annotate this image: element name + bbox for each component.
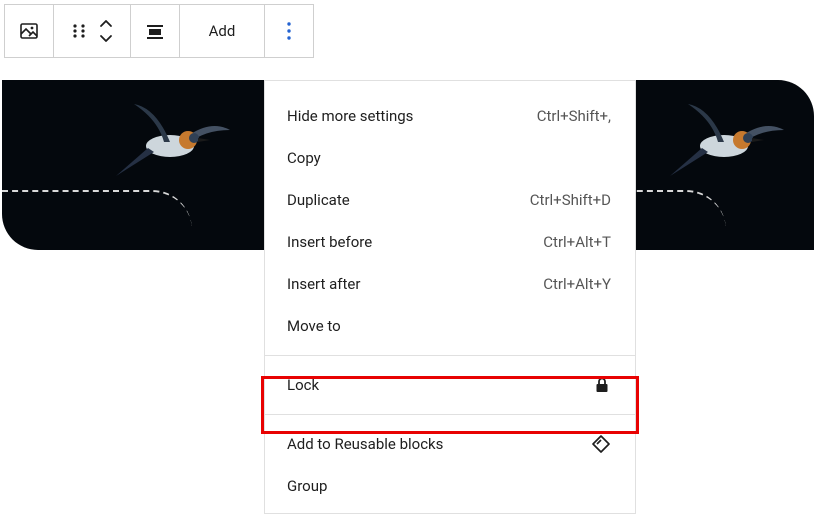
bird-illustration <box>108 98 238 188</box>
alignment-button[interactable] <box>131 5 180 57</box>
menu-item-group[interactable]: Group <box>265 465 635 507</box>
block-type-button[interactable] <box>5 5 54 57</box>
menu-separator <box>265 355 635 356</box>
menu-item-shortcut: Ctrl+Shift+, <box>537 107 611 125</box>
drag-handle-icon[interactable] <box>69 21 89 41</box>
menu-item-label: Hide more settings <box>287 107 413 125</box>
menu-item-duplicate[interactable]: Duplicate Ctrl+Shift+D <box>265 179 635 221</box>
menu-separator <box>265 414 635 415</box>
menu-item-label: Insert before <box>287 233 372 251</box>
bird-illustration <box>662 98 792 188</box>
menu-item-label: Move to <box>287 317 341 335</box>
menu-item-label: Copy <box>287 149 321 167</box>
align-icon <box>143 19 167 43</box>
menu-item-move-to[interactable]: Move to <box>265 305 635 347</box>
menu-item-shortcut: Ctrl+Alt+Y <box>543 275 611 293</box>
reusable-icon <box>591 434 611 454</box>
menu-item-label: Insert after <box>287 275 360 293</box>
menu-item-hide-settings[interactable]: Hide more settings Ctrl+Shift+, <box>265 95 635 137</box>
add-button-label: Add <box>209 22 236 40</box>
more-options-button[interactable] <box>265 5 313 57</box>
menu-item-insert-after[interactable]: Insert after Ctrl+Alt+Y <box>265 263 635 305</box>
more-vertical-icon <box>277 19 301 43</box>
menu-item-copy[interactable]: Copy <box>265 137 635 179</box>
menu-item-label: Duplicate <box>287 191 350 209</box>
menu-item-shortcut: Ctrl+Shift+D <box>530 191 611 209</box>
menu-item-label: Group <box>287 477 327 495</box>
drag-and-move-group <box>54 5 131 57</box>
menu-item-reusable[interactable]: Add to Reusable blocks <box>265 423 635 465</box>
menu-item-shortcut: Ctrl+Alt+T <box>543 233 611 251</box>
decorative-trail <box>2 190 192 232</box>
add-button[interactable]: Add <box>180 5 265 57</box>
move-up-down-icon[interactable] <box>97 18 115 44</box>
menu-item-lock[interactable]: Lock <box>265 364 635 406</box>
menu-item-label: Lock <box>287 376 319 394</box>
lock-icon <box>593 376 611 394</box>
block-toolbar: Add <box>4 4 314 58</box>
image-icon <box>17 19 41 43</box>
block-options-menu: Hide more settings Ctrl+Shift+, Copy Dup… <box>264 80 636 514</box>
menu-item-label: Add to Reusable blocks <box>287 435 443 453</box>
menu-item-insert-before[interactable]: Insert before Ctrl+Alt+T <box>265 221 635 263</box>
